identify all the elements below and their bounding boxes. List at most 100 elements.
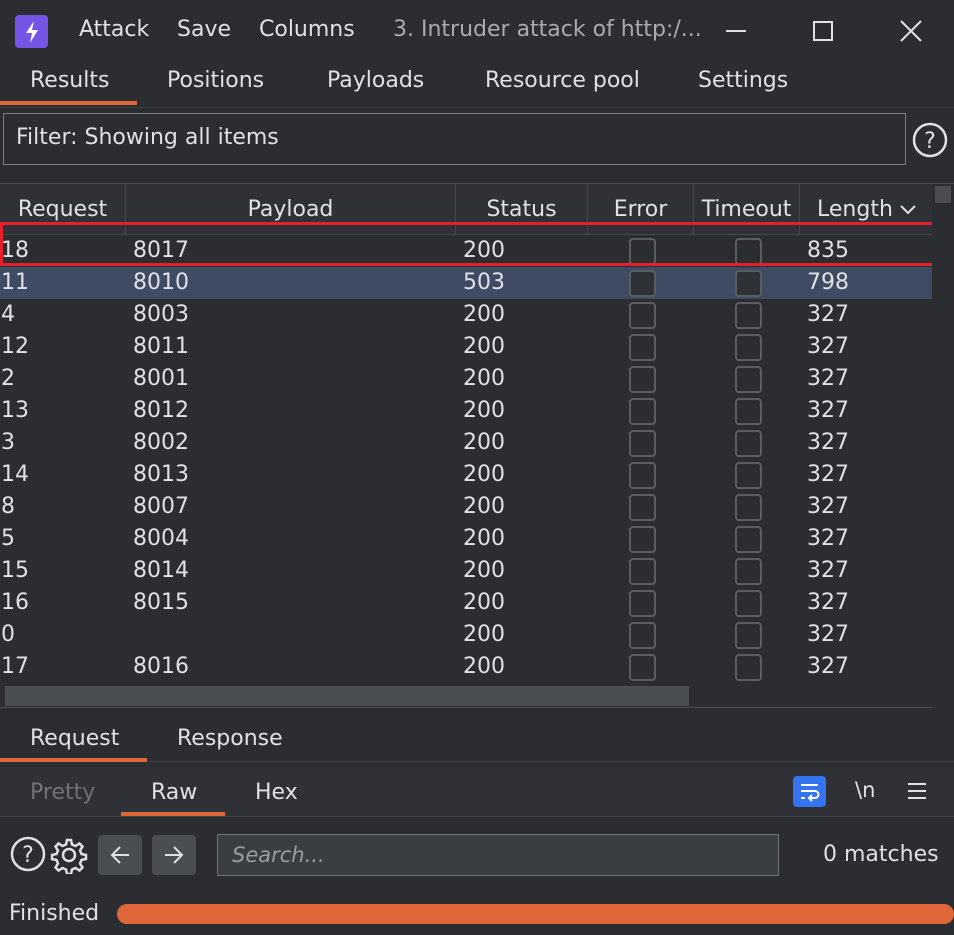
word-wrap-icon[interactable] [793, 776, 826, 807]
menu-save[interactable]: Save [177, 17, 231, 42]
error-checkbox[interactable] [629, 334, 656, 361]
cell-payload: 8013 [133, 462, 189, 487]
table-row[interactable]: 2 8001 200 327 [0, 363, 932, 395]
table-row[interactable]: 17 8016 200 327 [0, 651, 932, 683]
timeout-checkbox[interactable] [735, 238, 762, 265]
timeout-checkbox[interactable] [735, 494, 762, 521]
help-icon[interactable]: ? [912, 122, 948, 158]
show-newlines-toggle[interactable]: \n [855, 778, 875, 802]
column-header-error[interactable]: Error [588, 184, 694, 235]
table-row[interactable]: 4 8003 200 327 [0, 299, 932, 331]
table-row[interactable]: 14 8013 200 327 [0, 459, 932, 491]
search-input[interactable]: Search... [217, 834, 779, 876]
cell-length: 327 [807, 526, 849, 551]
hamburger-menu-icon[interactable] [906, 780, 928, 802]
cell-length: 327 [807, 494, 849, 519]
cell-length: 327 [807, 558, 849, 583]
tab-positions[interactable]: Positions [167, 68, 264, 106]
column-header-timeout[interactable]: Timeout [694, 184, 800, 235]
timeout-checkbox[interactable] [735, 590, 762, 617]
timeout-checkbox[interactable] [735, 526, 762, 553]
cell-length: 327 [807, 302, 849, 327]
cell-payload: 8012 [133, 398, 189, 423]
error-checkbox[interactable] [629, 494, 656, 521]
table-row[interactable]: 15 8014 200 327 [0, 555, 932, 587]
column-header-status[interactable]: Status [456, 184, 588, 235]
active-tab-indicator [0, 101, 137, 105]
tab-settings[interactable]: Settings [698, 68, 788, 106]
error-checkbox[interactable] [629, 654, 656, 681]
cell-length: 327 [807, 366, 849, 391]
cell-request: 4 [1, 302, 15, 327]
minimize-icon[interactable] [721, 16, 751, 46]
gear-icon[interactable] [50, 836, 88, 876]
table-row[interactable]: 8 8007 200 327 [0, 491, 932, 523]
table-row[interactable]: 13 8012 200 327 [0, 395, 932, 427]
error-checkbox[interactable] [629, 302, 656, 329]
error-checkbox[interactable] [629, 622, 656, 649]
table-header: Request Payload Status Error Timeout Len… [0, 184, 932, 235]
timeout-checkbox[interactable] [735, 654, 762, 681]
tab-hex[interactable]: Hex [255, 780, 298, 805]
search-help-icon[interactable]: ? [10, 836, 46, 872]
column-header-length-label: Length [817, 197, 893, 222]
table-row[interactable]: 18 8017 200 835 [0, 235, 932, 267]
cell-status: 200 [463, 430, 505, 455]
column-header-length[interactable]: Length [800, 184, 932, 235]
horizontal-scrollbar-thumb[interactable] [5, 686, 689, 706]
tab-resource-pool[interactable]: Resource pool [485, 68, 640, 106]
cell-request: 8 [1, 494, 15, 519]
cell-payload: 8004 [133, 526, 189, 551]
table-row[interactable]: 12 8011 200 327 [0, 331, 932, 363]
burp-logo-icon [15, 15, 48, 48]
tab-response[interactable]: Response [177, 726, 283, 764]
cell-status: 200 [463, 526, 505, 551]
filter-bar[interactable]: Filter: Showing all items [3, 113, 906, 165]
progress-bar [117, 904, 954, 924]
timeout-checkbox[interactable] [735, 622, 762, 649]
error-checkbox[interactable] [629, 526, 656, 553]
timeout-checkbox[interactable] [735, 334, 762, 361]
column-header-request[interactable]: Request [0, 184, 126, 235]
timeout-checkbox[interactable] [735, 462, 762, 489]
tab-payloads[interactable]: Payloads [327, 68, 424, 106]
timeout-checkbox[interactable] [735, 398, 762, 425]
close-icon[interactable] [896, 16, 926, 46]
timeout-checkbox[interactable] [735, 366, 762, 393]
cell-payload: 8010 [133, 270, 189, 295]
previous-match-button[interactable] [98, 835, 142, 875]
timeout-checkbox[interactable] [735, 430, 762, 457]
menu-attack[interactable]: Attack [79, 17, 149, 42]
table-row[interactable]: 0 200 327 [0, 619, 932, 651]
table-row[interactable]: 3 8002 200 327 [0, 427, 932, 459]
menu-columns[interactable]: Columns [259, 17, 355, 42]
vertical-scrollbar-thumb[interactable] [935, 186, 951, 203]
error-checkbox[interactable] [629, 430, 656, 457]
sort-chevron-down-icon [900, 205, 916, 215]
cell-length: 327 [807, 654, 849, 679]
cell-status: 200 [463, 366, 505, 391]
tab-raw[interactable]: Raw [151, 780, 197, 805]
table-row[interactable]: 11 8010 503 798 [0, 267, 932, 299]
timeout-checkbox[interactable] [735, 302, 762, 329]
maximize-icon[interactable] [808, 16, 838, 46]
error-checkbox[interactable] [629, 462, 656, 489]
active-message-tab-indicator [0, 758, 147, 762]
column-header-payload[interactable]: Payload [126, 184, 456, 235]
vertical-scrollbar[interactable] [932, 184, 954, 709]
error-checkbox[interactable] [629, 238, 656, 265]
timeout-checkbox[interactable] [735, 558, 762, 585]
table-row[interactable]: 16 8015 200 327 [0, 587, 932, 619]
error-checkbox[interactable] [629, 398, 656, 425]
error-checkbox[interactable] [629, 270, 656, 297]
timeout-checkbox[interactable] [735, 270, 762, 297]
error-checkbox[interactable] [629, 366, 656, 393]
error-checkbox[interactable] [629, 558, 656, 585]
table-row[interactable]: 5 8004 200 327 [0, 523, 932, 555]
cell-payload: 8001 [133, 366, 189, 391]
cell-status: 200 [463, 462, 505, 487]
next-match-button[interactable] [152, 835, 196, 875]
cell-payload: 8011 [133, 334, 189, 359]
tab-pretty[interactable]: Pretty [30, 780, 95, 805]
error-checkbox[interactable] [629, 590, 656, 617]
